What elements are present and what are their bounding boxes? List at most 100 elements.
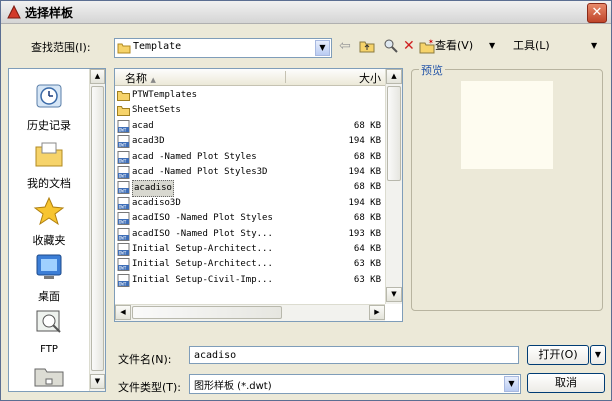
file-size: 193 KB bbox=[348, 228, 381, 239]
open-button[interactable]: 打开(O) bbox=[527, 345, 589, 365]
file-row[interactable]: DWT Initial Setup-Architect... 64 KB bbox=[117, 242, 385, 257]
desktop-icon bbox=[36, 254, 62, 279]
file-size: 63 KB bbox=[353, 259, 381, 270]
view-menu-button[interactable]: 查看(V) bbox=[435, 37, 473, 55]
new-folder-icon[interactable]: ✶ bbox=[419, 38, 435, 56]
file-row[interactable]: SheetSets bbox=[117, 103, 385, 118]
svg-text:DWT: DWT bbox=[119, 174, 127, 179]
view-menu-label: 查看(V) bbox=[435, 39, 474, 52]
file-row[interactable]: DWT acadiso 68 KB bbox=[117, 180, 385, 198]
preview-label: 预览 bbox=[419, 62, 445, 78]
lookin-value: Template bbox=[133, 41, 182, 52]
file-name: acad -Named Plot Styles bbox=[132, 151, 257, 162]
file-name: acad bbox=[132, 120, 154, 131]
file-row[interactable]: DWT acadISO -Named Plot Sty... 193 KB bbox=[117, 227, 385, 242]
scroll-thumb[interactable] bbox=[132, 306, 282, 319]
sort-ascending-icon: ▲ bbox=[150, 76, 156, 84]
place-history[interactable]: 历史记录 bbox=[9, 81, 89, 133]
file-name: PTWTemplates bbox=[132, 90, 198, 100]
scroll-down-button[interactable]: ▼ bbox=[386, 287, 402, 302]
my-documents-icon bbox=[35, 142, 63, 167]
delete-icon[interactable]: ✕ bbox=[403, 37, 415, 55]
lookin-combo[interactable]: Template ▼ bbox=[114, 38, 332, 58]
dwt-file-icon: DWT bbox=[117, 119, 130, 133]
scroll-down-button[interactable]: ▼ bbox=[90, 374, 105, 389]
place-desktop[interactable]: 桌面 bbox=[9, 252, 89, 304]
file-size: 68 KB bbox=[353, 151, 381, 162]
file-row[interactable]: DWT acadISO -Named Plot Styles 68 KB bbox=[117, 211, 385, 226]
file-name: acad3D bbox=[132, 136, 165, 147]
file-list-vscrollbar[interactable]: ▲ ▼ bbox=[385, 69, 402, 304]
view-dropdown-arrow[interactable]: ▼ bbox=[489, 37, 495, 55]
file-name: SheetSets bbox=[132, 105, 181, 116]
search-web-icon[interactable] bbox=[383, 38, 399, 56]
dwt-file-icon: DWT bbox=[117, 243, 130, 256]
file-row[interactable]: DWT acad -Named Plot Styles 68 KB bbox=[117, 150, 385, 165]
file-name: Initial Setup-Architect... bbox=[132, 259, 273, 270]
svg-text:DWT: DWT bbox=[119, 220, 127, 225]
scroll-up-button[interactable]: ▲ bbox=[386, 69, 402, 84]
close-button[interactable]: ✕ bbox=[587, 3, 607, 23]
back-icon[interactable]: ⇦ bbox=[339, 37, 351, 55]
history-icon bbox=[36, 84, 62, 108]
cancel-button[interactable]: 取消 bbox=[527, 373, 605, 393]
place-label: 桌面 bbox=[38, 290, 60, 303]
file-row[interactable]: DWT acad3D 194 KB bbox=[117, 134, 385, 149]
column-name-label: 名称 bbox=[125, 72, 147, 85]
open-options-arrow[interactable]: ▼ bbox=[590, 345, 606, 365]
ftp-icon bbox=[34, 368, 64, 387]
file-row[interactable]: DWT acad 68 KB bbox=[117, 119, 385, 134]
place-favorites[interactable]: 收藏夹 bbox=[9, 196, 89, 248]
file-list[interactable]: 名称 ▲ 大小 PTWTemplates SheetSets DWT acad 68 K… bbox=[114, 68, 403, 322]
title-bar[interactable]: 选择样板 ✕ bbox=[1, 1, 611, 24]
file-row[interactable]: PTWTemplates bbox=[117, 88, 385, 103]
filename-input[interactable]: acadiso bbox=[189, 346, 519, 364]
place-label: 历史记录 bbox=[27, 119, 71, 132]
place-label: 我的文档 bbox=[27, 177, 71, 190]
svg-text:✶: ✶ bbox=[428, 38, 434, 46]
preview-image bbox=[461, 81, 553, 169]
svg-text:DWT: DWT bbox=[119, 143, 127, 148]
file-list-hscrollbar[interactable]: ◀ ▶ bbox=[115, 304, 385, 321]
place-ftp[interactable]: FTP bbox=[9, 341, 89, 394]
tools-dropdown-arrow[interactable]: ▼ bbox=[591, 37, 597, 55]
scroll-up-button[interactable]: ▲ bbox=[90, 69, 105, 84]
network-folder-icon bbox=[36, 310, 61, 333]
file-size: 68 KB bbox=[353, 213, 381, 224]
dwt-file-icon: DWT bbox=[117, 258, 130, 272]
chevron-down-icon[interactable]: ▼ bbox=[504, 376, 519, 392]
dwt-file-icon: DWT bbox=[117, 196, 130, 210]
column-separator[interactable] bbox=[285, 71, 286, 83]
file-name: Initial Setup-Architect... bbox=[132, 244, 273, 254]
scroll-right-button[interactable]: ▶ bbox=[369, 305, 385, 320]
svg-text:DWT: DWT bbox=[119, 266, 127, 271]
chevron-down-icon[interactable]: ▼ bbox=[315, 40, 330, 56]
folder-icon bbox=[117, 43, 131, 54]
file-size: 63 KB bbox=[353, 274, 381, 285]
scroll-left-button[interactable]: ◀ bbox=[115, 305, 131, 320]
file-row[interactable]: DWT Initial Setup-Civil-Imp... 63 KB bbox=[117, 273, 385, 288]
column-size-header[interactable]: 大小 bbox=[359, 70, 381, 86]
svg-text:DWT: DWT bbox=[119, 235, 127, 240]
file-name: acadISO -Named Plot Sty... bbox=[132, 228, 273, 239]
places-scrollbar[interactable]: ▲ ▼ bbox=[89, 69, 105, 391]
file-row[interactable]: DWT acadiso3D 194 KB bbox=[117, 196, 385, 211]
file-row[interactable]: DWT Initial Setup-Architect... 63 KB bbox=[117, 257, 385, 272]
svg-text:DWT: DWT bbox=[119, 189, 127, 194]
place-buzzsaw[interactable] bbox=[9, 307, 89, 340]
column-name-header[interactable]: 名称 ▲ bbox=[125, 70, 156, 86]
file-size: 194 KB bbox=[348, 136, 381, 147]
file-list-header: 名称 ▲ 大小 bbox=[115, 69, 385, 86]
up-folder-icon[interactable] bbox=[359, 39, 375, 57]
tools-menu-button[interactable]: 工具(L) bbox=[513, 37, 550, 55]
file-name: Initial Setup-Civil-Imp... bbox=[132, 274, 273, 285]
scroll-thumb[interactable] bbox=[91, 86, 104, 371]
place-my-documents[interactable]: 我的文档 bbox=[9, 139, 89, 191]
file-size: 64 KB bbox=[353, 244, 381, 254]
file-name: acadISO -Named Plot Styles bbox=[132, 213, 273, 224]
file-row[interactable]: DWT acad -Named Plot Styles3D 194 KB bbox=[117, 165, 385, 180]
filetype-combo[interactable]: 图形样板 (*.dwt) ▼ bbox=[189, 374, 521, 394]
dwt-file-icon: DWT bbox=[117, 150, 130, 164]
scroll-thumb[interactable] bbox=[387, 86, 401, 181]
folder-icon bbox=[117, 106, 130, 117]
